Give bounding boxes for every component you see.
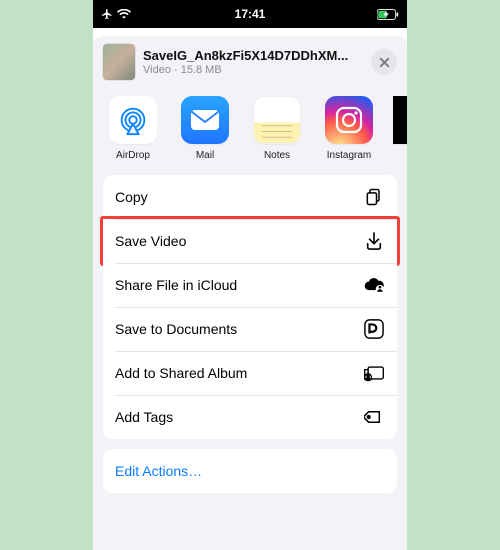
documents-app-icon bbox=[363, 318, 385, 340]
action-copy[interactable]: Copy bbox=[103, 175, 397, 219]
share-target-instagram[interactable]: Instagram bbox=[321, 96, 377, 161]
edit-actions-button[interactable]: Edit Actions… bbox=[103, 449, 397, 493]
status-time: 17:41 bbox=[93, 7, 407, 21]
share-target-notes[interactable]: Notes bbox=[249, 96, 305, 161]
share-sheet: SaveIG_An8kzFi5X14D7DDhXM... Video · 15.… bbox=[93, 36, 407, 550]
mail-icon bbox=[181, 96, 229, 144]
action-save-documents[interactable]: Save to Documents bbox=[103, 307, 397, 351]
share-target-label: Instagram bbox=[327, 150, 371, 161]
airdrop-icon bbox=[109, 96, 157, 144]
file-title: SaveIG_An8kzFi5X14D7DDhXM... bbox=[143, 48, 371, 63]
action-share-icloud[interactable]: Share File in iCloud bbox=[103, 263, 397, 307]
action-label: Add Tags bbox=[115, 409, 173, 425]
notes-icon bbox=[253, 96, 301, 144]
share-target-more[interactable] bbox=[393, 96, 407, 161]
action-add-tags[interactable]: Add Tags bbox=[103, 395, 397, 439]
action-label: Add to Shared Album bbox=[115, 365, 247, 381]
copy-icon bbox=[363, 186, 385, 208]
app-icon bbox=[393, 96, 407, 144]
share-target-airdrop[interactable]: AirDrop bbox=[105, 96, 161, 161]
battery-icon bbox=[377, 9, 399, 20]
device-frame: 17:41 SaveIG_An8kzFi5X14D7DDhXM... Video… bbox=[93, 0, 407, 550]
shared-album-icon bbox=[363, 362, 385, 384]
share-sheet-header: SaveIG_An8kzFi5X14D7DDhXM... Video · 15.… bbox=[93, 36, 407, 92]
edit-actions-group: Edit Actions… bbox=[103, 449, 397, 493]
wifi-icon bbox=[117, 9, 131, 19]
action-save-video[interactable]: Save Video bbox=[103, 219, 397, 263]
share-target-label: Mail bbox=[196, 150, 214, 161]
action-label: Save to Documents bbox=[115, 321, 237, 337]
action-label: Save Video bbox=[115, 233, 186, 249]
file-thumbnail bbox=[103, 44, 135, 80]
close-button[interactable] bbox=[371, 49, 397, 75]
download-icon bbox=[363, 230, 385, 252]
instagram-icon bbox=[325, 96, 373, 144]
action-label: Copy bbox=[115, 189, 148, 205]
edit-actions-label: Edit Actions… bbox=[115, 463, 202, 479]
action-label: Share File in iCloud bbox=[115, 277, 237, 293]
action-shared-album[interactable]: Add to Shared Album bbox=[103, 351, 397, 395]
icloud-share-icon bbox=[363, 274, 385, 296]
underlying-app: SaveIG_An8kzFi5X14D7DDhXM... Video · 15.… bbox=[93, 28, 407, 550]
close-icon bbox=[379, 57, 390, 68]
share-target-mail[interactable]: Mail bbox=[177, 96, 233, 161]
share-target-label: AirDrop bbox=[116, 150, 150, 161]
airplane-mode-icon bbox=[101, 8, 113, 20]
file-subtitle: Video · 15.8 MB bbox=[143, 64, 371, 76]
tag-icon bbox=[363, 406, 385, 428]
status-bar: 17:41 bbox=[93, 0, 407, 28]
share-targets-row: AirDrop Mail Notes bbox=[93, 92, 407, 171]
share-target-label: Notes bbox=[264, 150, 290, 161]
action-list: Copy Save Video Share File in iCloud bbox=[103, 175, 397, 439]
